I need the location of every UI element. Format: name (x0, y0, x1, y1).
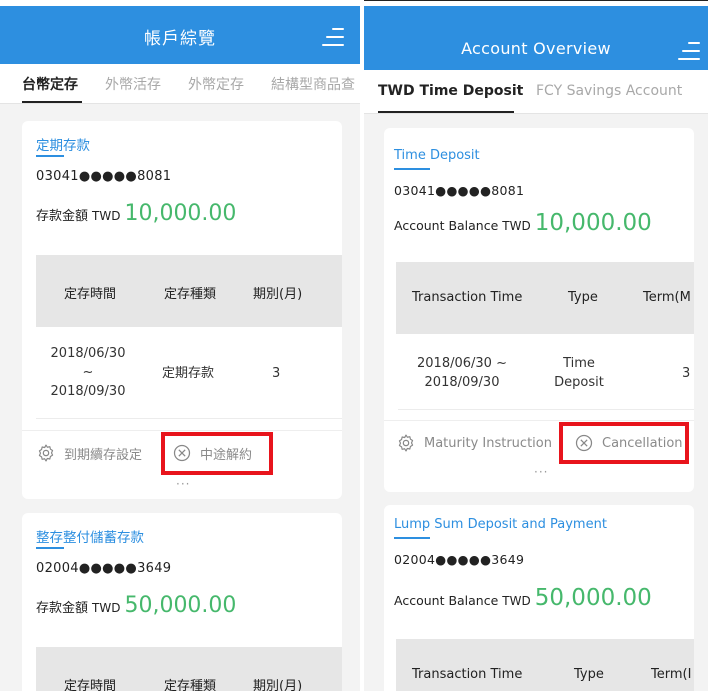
page-title: 帳戶綜覽 (144, 29, 216, 49)
gear-icon (38, 444, 54, 462)
period-start: 2018/06/30 ~ (417, 356, 507, 371)
col-header-period: 定存時間 (64, 679, 117, 691)
title-underline (394, 537, 430, 539)
tab-fcy-savings[interactable]: 外幣活存 (105, 74, 161, 94)
tab-twd-time-deposit[interactable]: 台幣定存 (22, 74, 78, 94)
col-header-type: Type (568, 290, 598, 305)
type-cell: 定期存款 (162, 366, 215, 381)
table-header: 定存時間 定存種類 期別(月) (36, 255, 342, 327)
term-cell: 3 (272, 366, 281, 381)
balance-row: Account Balance TWD 10,000.00 (394, 210, 652, 236)
col-header-term: 期別(月) (253, 287, 303, 302)
table-header: 定存時間 定存種類 期別(月) (36, 647, 342, 691)
account-number: 02004●●●●●3649 (36, 561, 172, 576)
tab-bar: TWD Time Deposit FCY Savings Account (364, 70, 708, 114)
col-header-transaction-time: Transaction Time (412, 667, 523, 682)
currency-label: TWD (502, 594, 531, 608)
balance-row: 存款金額 TWD 50,000.00 (36, 593, 236, 618)
col-header-transaction-time: Transaction Time (412, 290, 523, 305)
maturity-instruction-button[interactable]: 到期續存設定 (36, 443, 142, 463)
more-indicator[interactable]: ··· (534, 465, 548, 479)
menu-icon[interactable] (678, 42, 700, 62)
type-line-2: Deposit (554, 375, 604, 390)
currency-label: TWD (92, 601, 121, 615)
tab-structured-products[interactable]: 結構型商品查 (271, 74, 355, 94)
cancellation-button[interactable]: Cancellation (574, 433, 683, 453)
panel-zh: 帳戶綜覽 台幣定存 外幣活存 外幣定存 結構型商品查 定期存款 03041●●●… (0, 0, 360, 691)
action-divider (22, 430, 342, 431)
type-cell: Time Deposit (548, 354, 610, 392)
tab-active-indicator (378, 111, 514, 113)
balance-amount: 50,000.00 (534, 585, 652, 611)
balance-label: 存款金額 (36, 601, 89, 616)
period-end: 2018/09/30 (424, 375, 500, 390)
cancel-circle-icon (173, 444, 191, 462)
tab-fcy-time-deposit[interactable]: 外幣定存 (188, 74, 244, 94)
card-title[interactable]: 定期存款 (36, 134, 90, 154)
deposit-card: 定期存款 03041●●●●●8081 存款金額 TWD 10,000.00 定… (22, 121, 342, 499)
account-number: 03041●●●●●8081 (394, 183, 525, 198)
tab-fcy-savings[interactable]: FCY Savings Account (536, 83, 682, 99)
balance-amount: 50,000.00 (124, 593, 237, 618)
maturity-instruction-label: Maturity Instruction (424, 435, 552, 451)
balance-row: Account Balance TWD 50,000.00 (394, 585, 652, 611)
balance-row: 存款金額 TWD 10,000.00 (36, 201, 236, 226)
row-divider (398, 409, 694, 410)
deposit-card: 整存整付儲蓄存款 02004●●●●●3649 存款金額 TWD 50,000.… (22, 513, 342, 691)
table-header: Transaction Time Type Term(M (396, 262, 694, 334)
period-cell: 2018/06/30 ~ 2018/09/30 (48, 344, 128, 401)
cancellation-button[interactable]: 中途解約 (172, 443, 252, 463)
col-header-period: 定存時間 (64, 287, 117, 302)
period-separator: ~ (82, 365, 94, 380)
table-header: Transaction Time Type Term(I (396, 639, 694, 691)
col-header-type: Type (574, 667, 604, 682)
balance-amount: 10,000.00 (124, 201, 237, 226)
tab-bar: 台幣定存 外幣活存 外幣定存 結構型商品查 (0, 64, 360, 104)
type-line-1: Time (563, 356, 595, 371)
card-title[interactable]: 整存整付儲蓄存款 (36, 526, 144, 546)
tab-twd-time-deposit[interactable]: TWD Time Deposit (378, 83, 523, 99)
balance-label: 存款金額 (36, 209, 89, 224)
page-title: Account Overview (461, 39, 611, 58)
deposit-card: Time Deposit 03041●●●●●8081 Account Bala… (384, 128, 694, 492)
col-header-term: 期別(月) (253, 679, 303, 691)
cancel-circle-icon (575, 434, 593, 452)
tab-active-indicator (22, 101, 82, 103)
card-title[interactable]: Lump Sum Deposit and Payment (394, 517, 607, 532)
app-header: 帳戶綜覽 (0, 6, 360, 64)
title-underline (394, 168, 430, 170)
title-underline (36, 155, 64, 157)
balance-label: Account Balance (394, 593, 499, 608)
app-header: Account Overview (364, 6, 708, 70)
balance-label: Account Balance (394, 218, 499, 233)
title-underline (36, 547, 64, 549)
row-divider (36, 418, 342, 419)
balance-amount: 10,000.00 (534, 210, 652, 236)
gear-icon (398, 434, 414, 452)
period-start: 2018/06/30 (50, 346, 126, 361)
period-cell: 2018/06/30 ~ 2018/09/30 (412, 354, 512, 392)
deposit-card: Lump Sum Deposit and Payment 02004●●●●●3… (384, 505, 694, 691)
col-header-type: 定存種類 (164, 287, 217, 302)
maturity-instruction-label: 到期續存設定 (64, 447, 143, 463)
action-divider (384, 420, 694, 421)
currency-label: TWD (92, 209, 121, 223)
panel-en: Account Overview TWD Time Deposit FCY Sa… (364, 0, 708, 691)
card-title[interactable]: Time Deposit (394, 148, 480, 163)
col-header-term: Term(M (643, 290, 691, 305)
col-header-term: Term(I (651, 667, 692, 682)
currency-label: TWD (502, 219, 531, 233)
account-number: 03041●●●●●8081 (36, 169, 172, 184)
maturity-instruction-button[interactable]: Maturity Instruction (396, 433, 552, 453)
term-cell: 3 (682, 366, 691, 381)
cancellation-label: Cancellation (602, 435, 683, 451)
menu-icon[interactable] (322, 28, 344, 48)
cancellation-label: 中途解約 (200, 447, 253, 463)
period-end: 2018/09/30 (50, 384, 126, 399)
col-header-type: 定存種類 (164, 679, 217, 691)
more-indicator[interactable]: ··· (176, 477, 190, 491)
account-number: 02004●●●●●3649 (394, 552, 525, 567)
